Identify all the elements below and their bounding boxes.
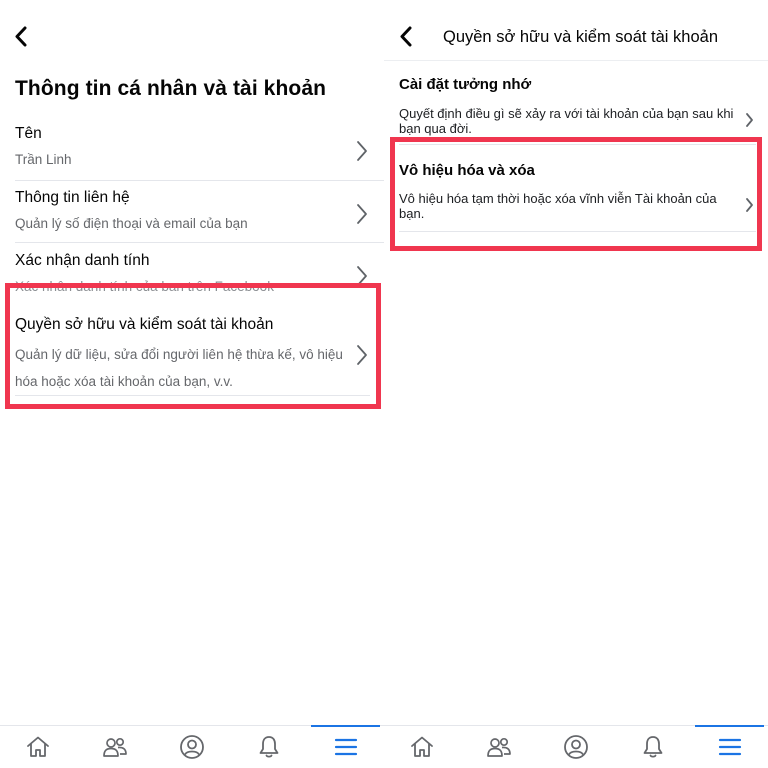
page-title: Thông tin cá nhân và tài khoản (15, 77, 327, 100)
row-title: Xác nhận danh tính (15, 252, 150, 269)
tab-notifications[interactable] (230, 726, 307, 768)
deactivation-deletion-row[interactable]: Vô hiệu hóa và xóa Vô hiệu hóa tạm thời … (399, 144, 756, 232)
profile-icon (180, 735, 204, 759)
tab-home[interactable] (0, 726, 77, 768)
row-title: Cài đặt tưởng nhớ (399, 76, 532, 93)
row-title: Vô hiệu hóa và xóa (399, 162, 535, 179)
notifications-icon (643, 736, 663, 758)
row-title: Thông tin liên hệ (15, 189, 130, 206)
name-row[interactable]: Tên Trần Linh (15, 125, 384, 181)
row-subtitle: Trần Linh (15, 152, 72, 167)
tab-profile[interactable] (538, 726, 615, 768)
divider (399, 231, 756, 232)
tab-menu[interactable] (307, 725, 384, 768)
tab-profile[interactable] (154, 726, 231, 768)
ownership-control-screen: Quyền sở hữu và kiểm soát tài khoản Cài … (384, 0, 768, 768)
active-tab-indicator (695, 725, 764, 727)
tab-menu[interactable] (691, 725, 768, 768)
back-button[interactable] (12, 24, 36, 52)
tab-friends[interactable] (461, 726, 538, 768)
bottom-tab-bar (0, 725, 384, 768)
chevron-right-icon (357, 141, 367, 161)
personal-info-screen: Thông tin cá nhân và tài khoản Tên Trần … (0, 0, 384, 768)
row-subtitle: Vô hiệu hóa tạm thời hoặc xóa vĩnh viễn … (399, 191, 717, 221)
back-button[interactable] (397, 24, 421, 52)
menu-icon (334, 738, 357, 756)
active-tab-indicator (311, 725, 380, 727)
divider (399, 144, 756, 145)
divider (15, 242, 384, 243)
row-subtitle: Quyết định điều gì sẽ xảy ra với tài kho… (399, 106, 734, 136)
memorialization-settings-row[interactable]: Cài đặt tưởng nhớ Quyết định điều gì sẽ … (399, 76, 756, 142)
home-icon (411, 736, 434, 757)
ownership-control-row[interactable]: Quyền sở hữu và kiểm soát tài khoản Quản… (15, 314, 370, 398)
divider (15, 180, 384, 181)
chevron-right-icon (746, 113, 753, 127)
chevron-right-icon (357, 204, 367, 224)
chevron-right-icon (357, 345, 367, 365)
chevron-left-icon (15, 26, 27, 47)
friends-icon (487, 737, 512, 757)
friends-icon (103, 737, 128, 757)
divider (15, 395, 370, 396)
header-title: Quyền sở hữu và kiểm soát tài khoản (443, 28, 719, 46)
row-subtitle: Quản lý số điện thoại và email của bạn (15, 216, 248, 231)
bottom-tab-bar (384, 725, 768, 768)
tab-friends[interactable] (77, 726, 154, 768)
menu-icon (718, 738, 741, 756)
header-divider (384, 60, 768, 61)
tab-home[interactable] (384, 726, 461, 768)
identity-confirmation-row[interactable]: Xác nhận danh tính Xác nhận danh tính củ… (15, 251, 370, 301)
chevron-right-icon (357, 266, 367, 286)
tab-notifications[interactable] (614, 726, 691, 768)
home-icon (27, 736, 50, 757)
row-subtitle: Xác nhận danh tính của bạn trên Facebook (15, 279, 274, 291)
chevron-left-icon (400, 26, 412, 47)
row-subtitle: Quản lý dữ liệu, sửa đổi người liên hệ t… (15, 347, 343, 389)
chevron-right-icon (746, 198, 753, 212)
row-title: Tên (15, 125, 42, 142)
row-title: Quyền sở hữu và kiểm soát tài khoản (15, 316, 274, 333)
notifications-icon (259, 736, 279, 758)
contact-info-row[interactable]: Thông tin liên hệ Quản lý số điện thoại … (15, 188, 384, 243)
profile-icon (564, 735, 588, 759)
